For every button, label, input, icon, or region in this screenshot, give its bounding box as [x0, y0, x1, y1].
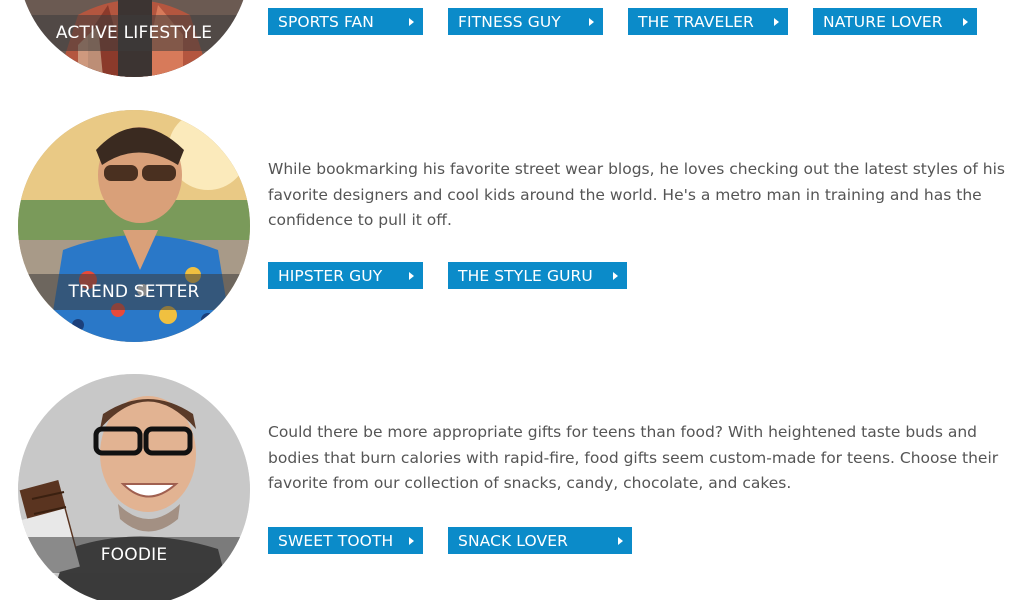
fitness-guy-button[interactable]: FITNESS GUY	[448, 8, 603, 35]
the-style-guru-button[interactable]: THE STYLE GURU	[448, 262, 627, 289]
hipster-guy-button-label: HIPSTER GUY	[278, 266, 383, 285]
sweet-tooth-button[interactable]: SWEET TOOTH	[268, 527, 423, 554]
snack-lover-button-label: SNACK LOVER	[458, 531, 568, 550]
arrow-right-icon	[618, 536, 623, 545]
the-traveler-button[interactable]: THE TRAVELER	[628, 8, 788, 35]
foodie-description: Could there be more appropriate gifts fo…	[268, 423, 999, 492]
snack-lover-button[interactable]: SNACK LOVER	[448, 527, 632, 554]
persona-section-foodie: FOODIE Could there be more appropriate g…	[0, 372, 1024, 600]
the-style-guru-button-label: THE STYLE GURU	[458, 266, 593, 285]
trend-setter-buttons: HIPSTER GUY THE STYLE GURU	[268, 262, 627, 289]
trend-setter-description: While bookmarking his favorite street we…	[268, 160, 1005, 229]
arrow-right-icon	[409, 271, 414, 280]
persona-section-active-lifestyle: ACTIVE LIFESTYLE SPORTS FAN FITNESS GUY …	[0, 0, 1024, 80]
persona-page: ACTIVE LIFESTYLE SPORTS FAN FITNESS GUY …	[0, 0, 1024, 600]
foodie-avatar[interactable]: FOODIE	[18, 374, 250, 600]
arrow-right-icon	[774, 17, 779, 26]
trend-setter-label: TREND SETTER	[18, 274, 250, 310]
arrow-right-icon	[613, 271, 618, 280]
active-lifestyle-label: ACTIVE LIFESTYLE	[18, 15, 250, 51]
trend-setter-avatar[interactable]: TREND SETTER	[18, 110, 250, 342]
arrow-right-icon	[589, 17, 594, 26]
the-traveler-button-label: THE TRAVELER	[638, 12, 754, 31]
persona-section-trend-setter: TREND SETTER While bookmarking his favor…	[0, 108, 1024, 348]
foodie-buttons: SWEET TOOTH SNACK LOVER	[268, 527, 632, 554]
foodie-label: FOODIE	[18, 537, 250, 573]
active-lifestyle-buttons: SPORTS FAN FITNESS GUY THE TRAVELER NATU…	[268, 8, 977, 35]
sweet-tooth-button-label: SWEET TOOTH	[278, 531, 394, 550]
arrow-right-icon	[963, 17, 968, 26]
active-lifestyle-avatar[interactable]: ACTIVE LIFESTYLE	[18, 0, 250, 77]
fitness-guy-button-label: FITNESS GUY	[458, 12, 561, 31]
sports-fan-button-label: SPORTS FAN	[278, 12, 374, 31]
nature-lover-button-label: NATURE LOVER	[823, 12, 943, 31]
sports-fan-button[interactable]: SPORTS FAN	[268, 8, 423, 35]
arrow-right-icon	[409, 536, 414, 545]
arrow-right-icon	[409, 17, 414, 26]
hipster-guy-button[interactable]: HIPSTER GUY	[268, 262, 423, 289]
nature-lover-button[interactable]: NATURE LOVER	[813, 8, 977, 35]
